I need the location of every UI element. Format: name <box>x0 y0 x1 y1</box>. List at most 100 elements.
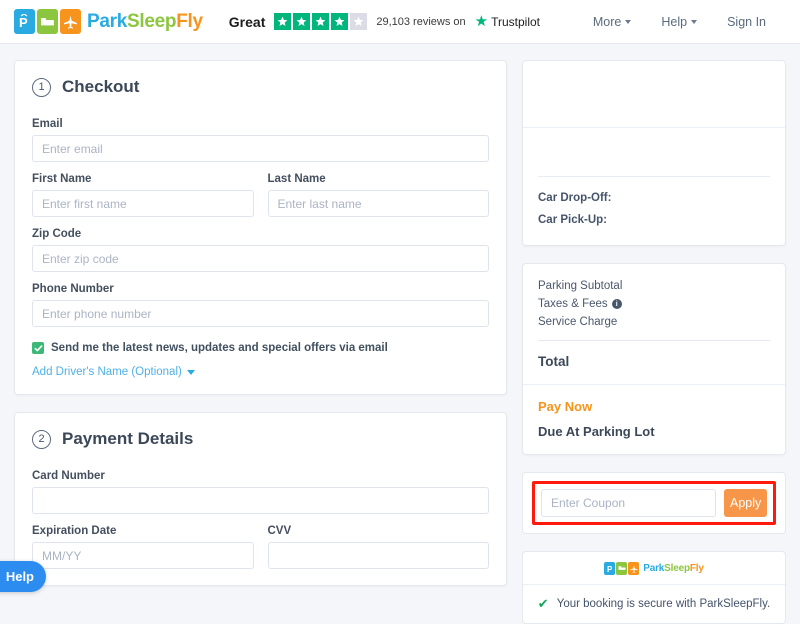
add-driver-name-link[interactable]: Add Driver's Name (Optional) <box>32 366 195 378</box>
last-name-input[interactable] <box>267 190 489 217</box>
taxes-fees-row: Taxes & Fees i <box>538 295 770 313</box>
nav-item-help[interactable]: Help <box>661 15 698 29</box>
checkout-column: 1 Checkout Email First Name Last Name <box>14 60 507 586</box>
secure-message: Your booking is secure with ParkSleepFly… <box>556 597 771 610</box>
star-icon-filled <box>293 13 311 30</box>
email-label: Email <box>32 118 63 130</box>
payment-split-block: Pay Now Due At Parking Lot <box>523 384 785 454</box>
parking-p-icon: P <box>604 562 616 575</box>
help-widget-button[interactable]: Help <box>0 561 46 592</box>
mini-logo-fly: Fly <box>689 563 704 574</box>
nav-item-sign-in-label: Sign In <box>727 14 766 29</box>
first-name-field-group: First Name <box>32 173 254 217</box>
card-number-input[interactable] <box>32 487 489 514</box>
car-pick-up-label: Car Pick-Up: <box>538 213 608 226</box>
name-fields-row: First Name Last Name <box>32 173 489 217</box>
zip-input[interactable] <box>32 245 489 272</box>
review-count-text: 29,103 reviews on <box>376 15 466 28</box>
first-name-input[interactable] <box>32 190 254 217</box>
coupon-highlight-box: Apply <box>532 481 776 525</box>
logo-wordmark: ParkSleepFly <box>87 11 203 33</box>
parksleepfly-logo[interactable]: P ParkSleepFly <box>14 9 203 34</box>
star-icon-filled <box>312 13 330 30</box>
bed-icon <box>37 9 58 34</box>
page-body: 1 Checkout Email First Name Last Name <box>0 44 800 624</box>
chevron-down-icon <box>625 19 632 24</box>
mini-logo-tiles: P <box>604 562 640 575</box>
svg-text:P: P <box>607 565 613 573</box>
parking-subtotal-label: Parking Subtotal <box>538 280 623 292</box>
checkout-title: Checkout <box>62 77 140 96</box>
expiry-cvv-row: Expiration Date CVV <box>32 525 489 569</box>
parking-subtotal-row: Parking Subtotal <box>538 277 770 295</box>
payment-heading: 2 Payment Details <box>15 413 506 453</box>
price-breakdown: Parking Subtotal Taxes & Fees i Service … <box>523 264 785 384</box>
chevron-down-icon <box>691 19 698 24</box>
mini-logo-wordmark: ParkSleepFly <box>643 563 704 574</box>
trustpilot-brand: ★ Trustpilot <box>475 14 540 29</box>
card-number-label: Card Number <box>32 470 105 482</box>
newsletter-checkbox-row[interactable]: Send me the latest news, updates and spe… <box>32 342 489 354</box>
taxes-fees-label: Taxes & Fees <box>538 298 608 310</box>
parking-p-icon: P <box>14 9 35 34</box>
checkbox-checked-icon[interactable] <box>32 342 44 354</box>
due-at-parking-lot-label: Due At Parking Lot <box>538 424 655 439</box>
phone-input[interactable] <box>32 300 489 327</box>
service-charge-label: Service Charge <box>538 316 618 328</box>
card-number-field-group: Card Number <box>32 470 489 514</box>
coupon-row: Apply <box>541 489 768 517</box>
nav-item-more-label: More <box>592 14 622 29</box>
zip-label: Zip Code <box>32 228 82 240</box>
cvv-input[interactable] <box>267 542 489 569</box>
email-input[interactable] <box>32 135 489 162</box>
bed-icon <box>616 562 628 575</box>
coupon-card: Apply <box>522 472 786 534</box>
logo-word-park: Park <box>87 10 128 32</box>
cvv-field-group: CVV <box>267 525 489 569</box>
star-rating <box>274 13 368 30</box>
nav-item-more[interactable]: More <box>592 14 632 29</box>
expiration-input[interactable] <box>32 542 254 569</box>
summary-column: Car Drop-Off: Car Pick-Up: Parking Subto… <box>522 60 786 624</box>
svg-text:P: P <box>19 15 28 29</box>
site-header: P ParkSleepFly Great 29,103 reviews on ★… <box>0 0 800 44</box>
service-charge-row: Service Charge <box>538 313 770 331</box>
logo-tiles: P <box>14 9 81 34</box>
payment-card: 2 Payment Details Card Number Expiration… <box>14 412 507 586</box>
expiration-label: Expiration Date <box>32 525 117 537</box>
star-icon-filled <box>274 13 292 30</box>
expiration-field-group: Expiration Date <box>32 525 254 569</box>
check-icon: ✔ <box>537 596 549 611</box>
star-icon-filled <box>331 13 349 30</box>
header-nav: More Help Sign In <box>593 15 786 29</box>
apply-coupon-button[interactable]: Apply <box>724 489 768 517</box>
price-summary-card: Parking Subtotal Taxes & Fees i Service … <box>522 263 786 455</box>
trustpilot-brand-label: Trustpilot <box>491 14 540 29</box>
reservation-image-placeholder <box>523 61 785 127</box>
step-number-2: 2 <box>32 429 51 449</box>
chevron-down-icon <box>186 369 195 375</box>
star-icon-empty <box>350 13 368 30</box>
reservation-summary-card: Car Drop-Off: Car Pick-Up: <box>522 60 786 246</box>
secure-logo-row: P ParkSleepFly <box>523 552 785 585</box>
nav-item-sign-in[interactable]: Sign In <box>727 15 766 29</box>
last-name-label: Last Name <box>267 173 326 185</box>
car-drop-off-label: Car Drop-Off: <box>538 192 612 204</box>
zip-field-group: Zip Code <box>32 228 489 272</box>
parksleepfly-mini-logo: P ParkSleepFly <box>604 562 704 575</box>
info-icon[interactable]: i <box>611 299 622 309</box>
checkout-heading: 1 Checkout <box>15 61 506 101</box>
last-name-field-group: Last Name <box>267 173 489 217</box>
newsletter-label: Send me the latest news, updates and spe… <box>51 342 388 354</box>
cvv-label: CVV <box>267 525 292 537</box>
rating-word: Great <box>228 13 266 30</box>
airplane-icon <box>628 562 640 575</box>
email-field-group: Email <box>32 118 489 162</box>
secure-message-row: ✔ Your booking is secure with ParkSleepF… <box>523 585 785 623</box>
phone-label: Phone Number <box>32 283 114 295</box>
airplane-icon <box>60 9 81 34</box>
logo-word-fly: Fly <box>176 10 203 32</box>
coupon-input[interactable] <box>541 489 716 517</box>
logo-word-sleep: Sleep <box>127 10 177 32</box>
trustpilot-rating[interactable]: Great 29,103 reviews on ★ Trustpilot <box>229 13 540 30</box>
